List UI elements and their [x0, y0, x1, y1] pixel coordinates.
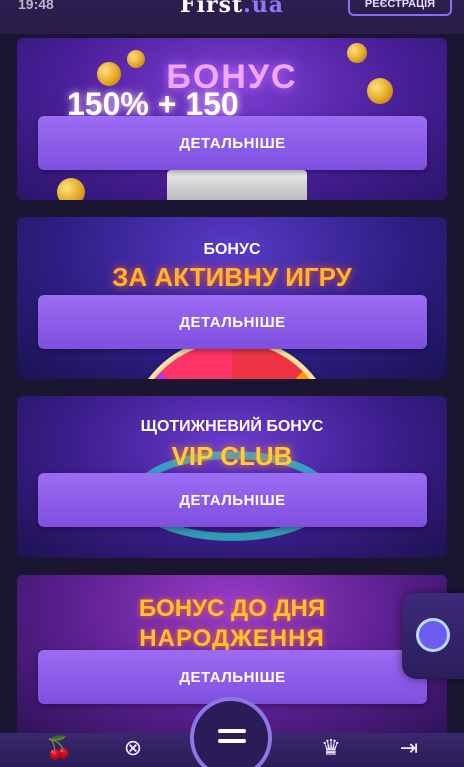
chat-icon: [416, 618, 450, 652]
promo-card-vip: ЩОТИЖНЕВИЙ БОНУС VIP CLUB ДЕТАЛЬНІШЕ: [17, 396, 447, 558]
coin-icon: [57, 178, 85, 200]
login-icon[interactable]: ⇥: [396, 735, 422, 761]
cherry-icon[interactable]: 🍒: [45, 735, 72, 761]
status-time: 19:48: [18, 0, 54, 12]
bottom-nav: 🍒 ⊗ ♛ ⇥: [0, 697, 464, 767]
logo-tld: .ua: [243, 0, 285, 18]
promo-feed[interactable]: БОНУС 150% + 150 ДЕТАЛЬНІШЕ БОНУС ЗА АКТ…: [0, 34, 464, 740]
promo-heading: ЩОТИЖНЕВИЙ БОНУС: [140, 418, 324, 435]
details-button[interactable]: ДЕТАЛЬНІШЕ: [38, 650, 427, 704]
slot-machine-image: [167, 170, 307, 200]
details-button[interactable]: ДЕТАЛЬНІШЕ: [38, 295, 427, 349]
promo-subheading: VIP CLUB: [171, 441, 293, 471]
crown-icon[interactable]: ♛: [318, 735, 344, 761]
promo-heading: БОНУС ДО ДНЯ: [138, 595, 326, 622]
promo-subheading: ЗА АКТИВНУ ИГРУ: [112, 262, 352, 292]
register-button[interactable]: РЕЄСТРАЦІЯ: [348, 0, 452, 16]
promo-heading: БОНУС: [203, 241, 261, 258]
details-button[interactable]: ДЕТАЛЬНІШЕ: [38, 116, 427, 170]
roulette-icon[interactable]: ⊗: [120, 735, 146, 761]
menu-icon: [218, 739, 246, 743]
menu-icon: [218, 729, 246, 733]
logo-main: First: [180, 0, 244, 18]
details-button[interactable]: ДЕТАЛЬНІШЕ: [38, 473, 427, 527]
promo-subheading: НАРОДЖЕННЯ: [139, 625, 325, 652]
support-chat-button[interactable]: [402, 593, 464, 679]
header: 19:48 First.ua РЕЄСТРАЦІЯ: [0, 0, 464, 34]
promo-card-active-play: БОНУС ЗА АКТИВНУ ИГРУ ДЕТАЛЬНІШЕ: [17, 217, 447, 379]
site-logo[interactable]: First.ua: [180, 0, 284, 18]
promo-card-welcome: БОНУС 150% + 150 ДЕТАЛЬНІШЕ: [17, 38, 447, 200]
